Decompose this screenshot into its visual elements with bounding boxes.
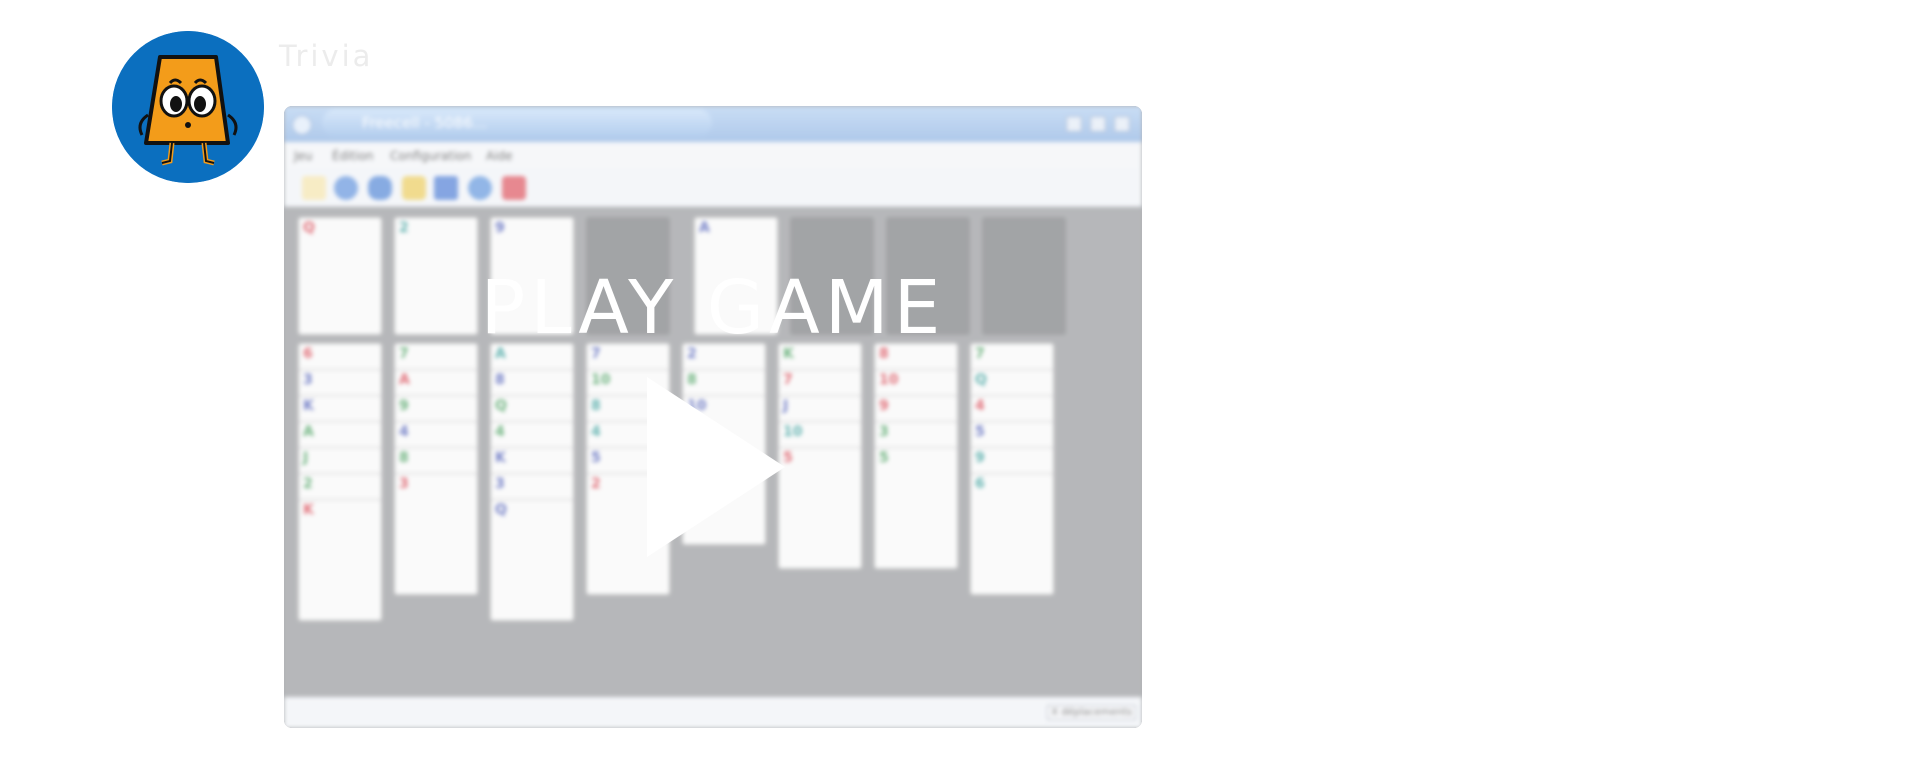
- orange-trapezoid-mascot-icon: [112, 31, 264, 183]
- channel-name[interactable]: Trivia: [279, 39, 373, 73]
- play-icon[interactable]: [647, 377, 785, 557]
- video-thumbnail[interactable]: Freecell - 5086... Jeu Édition Configura…: [284, 106, 1142, 728]
- channel-avatar[interactable]: [112, 31, 264, 183]
- play-game-label[interactable]: PLAY GAME: [284, 265, 1142, 351]
